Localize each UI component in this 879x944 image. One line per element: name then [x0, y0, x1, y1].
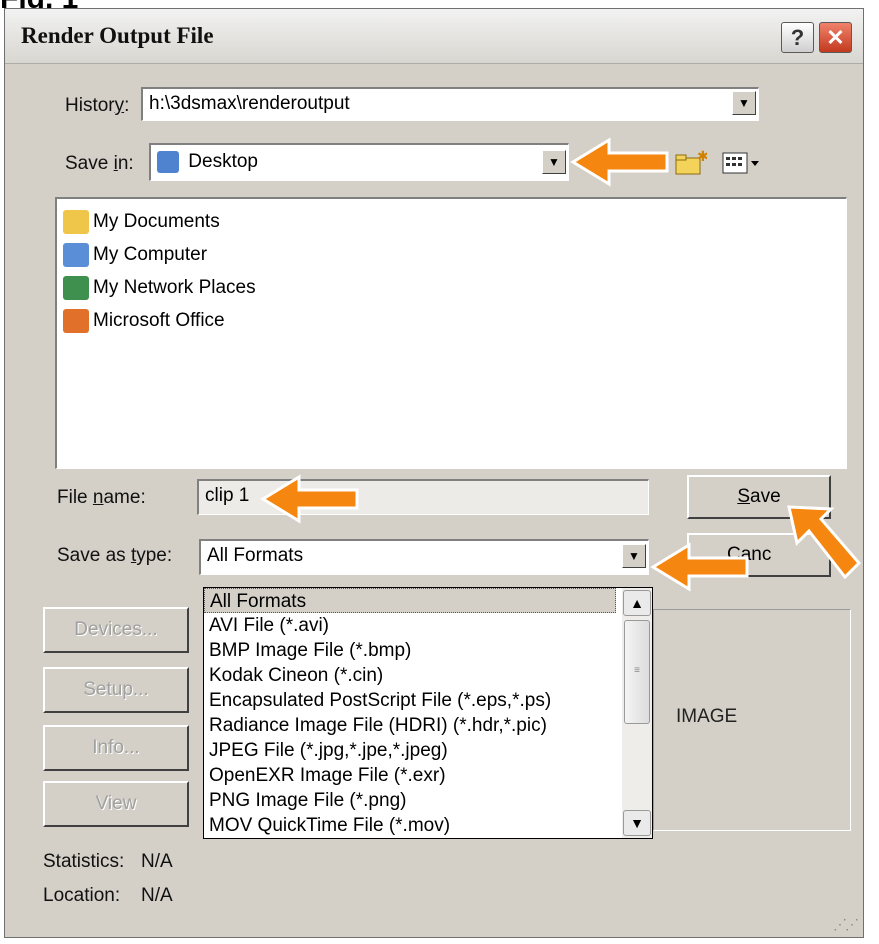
desktop-icon [157, 150, 179, 173]
save-as-type-label: Save as type: [57, 545, 173, 566]
save-in-label: Save in: [65, 153, 134, 174]
chevron-down-icon[interactable]: ▼ [622, 544, 646, 568]
resize-grip-icon[interactable]: ⋰⋰ [833, 916, 859, 933]
annotation-arrow-icon [787, 505, 862, 580]
file-name-label: File name: [57, 487, 146, 508]
microsoft-office-icon [63, 308, 89, 333]
chevron-down-icon[interactable]: ▼ [542, 150, 566, 174]
help-button[interactable]: ? [781, 22, 814, 53]
list-item[interactable]: Microsoft Office [63, 306, 225, 336]
title-bar[interactable]: Render Output File ? ✕ [5, 9, 863, 64]
my-computer-icon [63, 242, 89, 267]
location-value: N/A [141, 885, 173, 906]
render-output-dialog: Render Output File ? ✕ History: h:\3dsma… [4, 8, 864, 938]
chevron-down-icon[interactable]: ▼ [732, 91, 756, 115]
window-title: Render Output File [21, 23, 214, 48]
list-item[interactable]: BMP Image File (*.bmp) [204, 638, 616, 663]
save-in-dropdown[interactable]: Desktop ▼ [149, 143, 569, 181]
preview-label: IMAGE [676, 706, 738, 727]
view-button[interactable]: View [43, 781, 189, 827]
view-menu-icon[interactable] [721, 149, 765, 177]
list-item[interactable]: Radiance Image File (HDRI) (*.hdr,*.pic) [204, 713, 616, 738]
list-item[interactable]: My Documents [63, 207, 220, 237]
list-item[interactable]: AVI File (*.avi) [204, 613, 616, 638]
my-documents-icon [63, 209, 89, 234]
list-item[interactable]: MOV QuickTime File (*.mov) [204, 813, 616, 838]
devices-button[interactable]: Devices... [43, 607, 189, 653]
scrollbar-thumb[interactable]: ≡ [624, 620, 650, 724]
list-item[interactable]: JPEG File (*.jpg,*.jpe,*.jpeg) [204, 738, 616, 763]
save-as-type-dropdown[interactable]: All Formats ▼ [199, 539, 649, 575]
list-item[interactable]: OpenEXR Image File (*.exr) [204, 763, 616, 788]
setup-button[interactable]: Setup... [43, 667, 189, 713]
list-item[interactable]: All Formats [204, 588, 616, 613]
list-item[interactable]: PNG Image File (*.png) [204, 788, 616, 813]
save-as-type-options[interactable]: All Formats AVI File (*.avi) BMP Image F… [203, 587, 653, 839]
new-folder-icon[interactable]: ✱ [673, 149, 707, 177]
svg-text:✱: ✱ [697, 149, 707, 165]
info-button[interactable]: Info... [43, 725, 189, 771]
list-item[interactable]: My Network Places [63, 273, 256, 303]
statistics-value: N/A [141, 851, 173, 872]
annotation-arrow-icon [570, 137, 669, 187]
history-label: History: [65, 95, 130, 116]
file-list[interactable]: My Documents My Computer My Network Plac… [55, 197, 847, 469]
list-item[interactable]: Kodak Cineon (*.cin) [204, 663, 616, 688]
scrollbar[interactable]: ▲ ≡ ▼ [622, 588, 652, 838]
history-dropdown[interactable]: h:\3dsmax\renderoutput ▼ [141, 87, 759, 121]
chevron-down-icon[interactable]: ▼ [623, 810, 651, 836]
network-places-icon [63, 275, 89, 300]
annotation-arrow-icon [650, 542, 749, 592]
list-item[interactable]: Encapsulated PostScript File (*.eps,*.ps… [204, 688, 616, 713]
save-as-type-value: All Formats [207, 545, 304, 566]
list-item[interactable]: My Computer [63, 240, 207, 270]
location-label: Location: [43, 885, 121, 906]
image-preview: IMAGE [653, 609, 851, 831]
save-in-value: Desktop [188, 151, 258, 172]
file-name-value: clip 1 [205, 485, 250, 506]
close-button[interactable]: ✕ [819, 22, 852, 53]
annotation-arrow-icon [260, 474, 359, 524]
statistics-label: Statistics: [43, 851, 125, 872]
history-value: h:\3dsmax\renderoutput [149, 93, 350, 114]
